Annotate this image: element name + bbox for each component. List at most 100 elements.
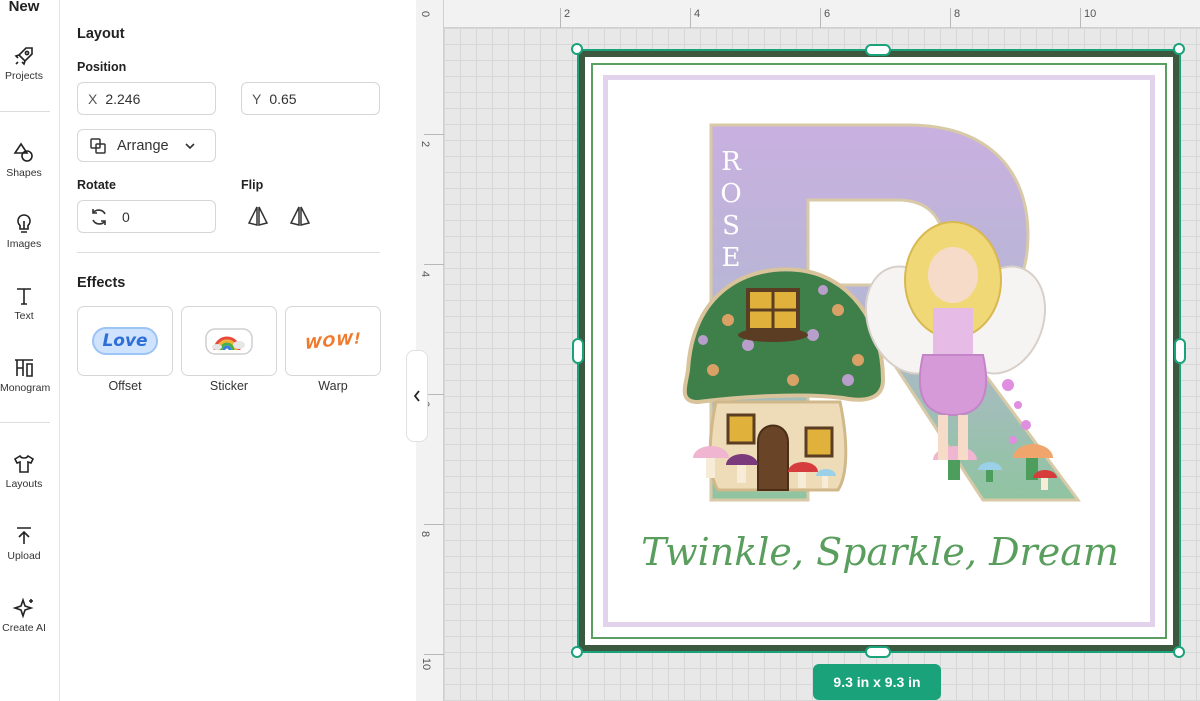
rail-shapes[interactable]: Shapes <box>0 141 48 179</box>
resize-handle-top-right[interactable] <box>1173 43 1185 55</box>
y-value: 0.65 <box>269 90 297 107</box>
rail-projects[interactable]: Projects <box>0 44 48 82</box>
rail-monogram-label: Monogram <box>0 382 51 394</box>
rose-letter: R <box>721 147 742 177</box>
effect-sticker[interactable] <box>181 306 277 376</box>
resize-handle-bottom-left[interactable] <box>571 646 583 658</box>
ruler-left-label: 2 <box>419 140 432 148</box>
resize-handle-top[interactable] <box>865 44 891 56</box>
effects-heading: Effects <box>77 275 126 291</box>
left-rail: New Projects Shapes Images Text Monogram… <box>0 0 60 701</box>
monogram-illustration: R O S E Twinkle, Sparkle, Dream <box>641 123 1119 574</box>
rail-text-label: Text <box>14 310 34 322</box>
position-label: Position <box>77 60 127 74</box>
design-green-border: R O S E Twinkle, Sparkle, Dream <box>591 63 1167 639</box>
rose-letter: O <box>720 179 741 209</box>
flip-vertical-icon[interactable] <box>288 204 312 228</box>
sparkle-icon <box>12 597 34 619</box>
effect-offset[interactable]: Love <box>77 306 173 376</box>
ruler-tick <box>820 8 821 28</box>
design-white-border: R O S E Twinkle, Sparkle, Dream <box>585 57 1173 645</box>
resize-handle-top-left[interactable] <box>571 43 583 55</box>
effect-offset-label: Offset <box>108 379 142 393</box>
x-value: 2.246 <box>105 90 141 107</box>
rose-letter: E <box>722 243 741 273</box>
ruler-left-label: 8 <box>419 530 432 538</box>
new-button[interactable]: New <box>0 0 48 15</box>
rail-layouts[interactable]: Layouts <box>0 452 48 490</box>
shapes-icon <box>13 142 33 162</box>
resize-handle-left[interactable] <box>572 338 584 364</box>
monogram-icon <box>15 359 33 377</box>
rotate-value: 0 <box>122 208 130 225</box>
resize-handle-right[interactable] <box>1174 338 1186 364</box>
rail-divider <box>0 422 50 423</box>
y-position-field[interactable]: Y 0.65 <box>241 82 380 115</box>
rose-letter: S <box>722 211 740 241</box>
ruler-left-label: 0 <box>419 10 432 18</box>
effect-sticker-label: Sticker <box>209 379 249 393</box>
layout-heading: Layout <box>77 26 125 42</box>
tagline-text: Twinkle, Sparkle, Dream <box>641 530 1119 574</box>
ruler-tick <box>424 264 444 265</box>
app: New Projects Shapes Images Text Monogram… <box>0 0 1200 701</box>
design-lavender-frame: R O S E Twinkle, Sparkle, Dream <box>603 75 1155 627</box>
layout-panel: Layout Position X 2.246 Y 0.65 Arrange R… <box>60 0 416 701</box>
rail-create-ai[interactable]: Create AI <box>0 596 48 634</box>
rotate-icon <box>92 208 106 225</box>
y-prefix: Y <box>252 90 262 107</box>
design-artwork[interactable]: R O S E Twinkle, Sparkle, Dream <box>578 50 1180 652</box>
arrange-dropdown[interactable]: Arrange <box>77 129 216 162</box>
arrange-label: Arrange <box>117 137 169 154</box>
ruler-top: 2 4 6 8 10 <box>416 0 1200 28</box>
collapse-panel-button[interactable] <box>406 350 428 442</box>
rail-images-label: Images <box>6 238 42 250</box>
resize-handle-bottom-right[interactable] <box>1173 646 1185 658</box>
warp-thumbnail: WOW! <box>304 329 362 353</box>
text-icon <box>17 288 31 305</box>
chevron-down-icon <box>185 142 195 149</box>
ruler-tick <box>424 524 444 525</box>
lightbulb-icon <box>17 214 31 233</box>
rail-create-ai-label: Create AI <box>2 622 46 634</box>
flip-horizontal-icon[interactable] <box>246 204 270 228</box>
ruler-tick <box>424 654 444 655</box>
rail-projects-label: Projects <box>5 70 43 82</box>
rail-monogram[interactable]: Monogram <box>0 356 51 394</box>
rainbow-sticker-icon <box>205 328 253 355</box>
flip-label: Flip <box>241 178 264 192</box>
ruler-top-label: 2 <box>564 8 571 20</box>
ruler-tick <box>424 134 444 135</box>
design-canvas[interactable]: 2 4 6 8 10 0 2 4 6 8 10 <box>416 0 1200 701</box>
resize-handle-bottom[interactable] <box>865 646 891 658</box>
ruler-tick <box>1080 8 1081 28</box>
rail-upload[interactable]: Upload <box>0 524 48 562</box>
rocket-icon <box>14 47 33 66</box>
ruler-left-label: 10 <box>420 657 433 671</box>
rotate-label: Rotate <box>77 178 116 192</box>
effect-warp-label: Warp <box>318 379 348 393</box>
ruler-left-label: 4 <box>419 270 432 278</box>
effect-warp[interactable]: WOW! <box>285 306 381 376</box>
ruler-top-label: 6 <box>824 8 831 20</box>
rail-upload-label: Upload <box>7 550 41 562</box>
chevron-left-icon <box>413 390 420 402</box>
ruler-tick <box>690 8 691 28</box>
rail-divider <box>0 111 50 112</box>
size-badge: 9.3 in x 9.3 in <box>813 664 941 700</box>
x-position-field[interactable]: X 2.246 <box>77 82 216 115</box>
ruler-top-label: 10 <box>1084 8 1097 20</box>
offset-thumbnail: Love <box>92 327 158 355</box>
x-prefix: X <box>88 90 98 107</box>
rail-shapes-label: Shapes <box>6 167 42 179</box>
ruler-tick <box>950 8 951 28</box>
rail-text[interactable]: Text <box>0 284 48 322</box>
ruler-tick <box>560 8 561 28</box>
rotate-field[interactable]: 0 <box>77 200 216 233</box>
rail-images[interactable]: Images <box>0 212 48 250</box>
arrange-icon <box>90 137 106 154</box>
rail-layouts-label: Layouts <box>5 478 43 490</box>
tshirt-icon <box>13 454 35 473</box>
panel-divider <box>77 252 380 253</box>
upload-icon <box>17 527 31 544</box>
